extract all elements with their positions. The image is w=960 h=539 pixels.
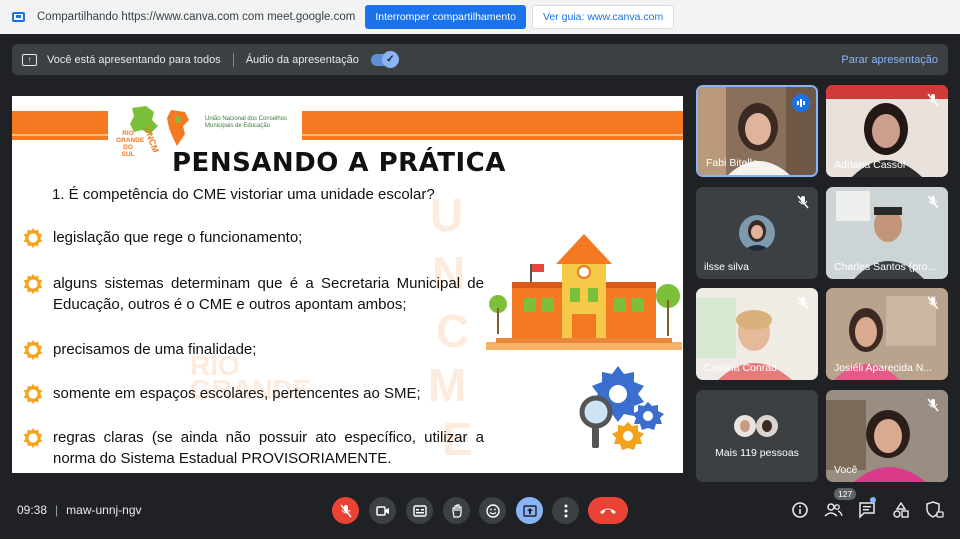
slide-question: 1. É competência do CME vistoriar uma un… xyxy=(52,186,435,203)
participant-tile[interactable]: Cristina Conrad xyxy=(696,288,818,380)
mic-off-icon xyxy=(339,504,352,517)
logo-state-text: RIO GRANDE DO SUL xyxy=(116,130,145,158)
more-participants-label: Mais 119 pessoas xyxy=(715,447,799,459)
participant-count-badge: 127 xyxy=(834,488,857,500)
camera-icon xyxy=(375,505,389,516)
screen-share-icon xyxy=(12,12,25,22)
bullet-item: regras claras (se ainda não possuir ato … xyxy=(22,427,484,469)
avatar xyxy=(739,215,775,251)
sharing-bar: Compartilhando https://www.canva.com com… xyxy=(0,0,960,34)
gear-icon xyxy=(23,383,43,405)
present-button[interactable] xyxy=(516,497,543,524)
logo-acronym: UNCME xyxy=(142,125,163,152)
captions-button[interactable] xyxy=(406,497,433,524)
participant-tile[interactable]: Charles Santos (pro... xyxy=(826,187,948,279)
chat-notification-dot xyxy=(870,497,876,503)
emoji-icon xyxy=(485,503,500,518)
info-icon[interactable] xyxy=(790,500,810,520)
bullet-text: regras claras (se ainda não possuir ato … xyxy=(53,429,484,467)
host-controls-icon[interactable] xyxy=(925,500,945,520)
mic-off-icon xyxy=(797,195,809,209)
shared-slide: U N C M E RIO GRANDE UNCME RIO GRANDE DO… xyxy=(12,96,683,473)
gear-icon xyxy=(23,273,43,295)
gear-icon xyxy=(23,427,43,449)
participant-name: Adriana Cassol xyxy=(834,159,906,171)
header-stripe-left xyxy=(12,111,108,140)
view-tab-button[interactable]: Ver guia: www.canva.com xyxy=(531,5,675,29)
sharing-message: Compartilhando https://www.canva.com com… xyxy=(37,11,356,23)
meeting-details: 09:38 | maw-unnj-ngv xyxy=(17,503,142,517)
activities-icon[interactable] xyxy=(891,500,911,520)
present-screen-icon: ↑ xyxy=(22,53,37,66)
more-options-button[interactable] xyxy=(552,497,579,524)
speaking-indicator-icon xyxy=(792,94,810,112)
leave-call-button[interactable] xyxy=(588,497,628,524)
header-stripe-right xyxy=(302,111,683,140)
bullet-item: somente em espaços escolares, pertencent… xyxy=(22,383,484,405)
meeting-controls-bar: 09:38 | maw-unnj-ngv xyxy=(0,490,960,539)
presenting-text: Você está apresentando para todos xyxy=(47,53,221,66)
stop-presenting-button[interactable]: Parar apresentação xyxy=(841,54,938,66)
divider xyxy=(232,52,234,67)
bullet-text: alguns sistemas determinam que é a Secre… xyxy=(53,275,484,313)
participant-tile[interactable]: Josiéli Aparecida N... xyxy=(826,288,948,380)
bullet-text: somente em espaços escolares, pertencent… xyxy=(53,385,421,402)
mic-off-icon xyxy=(927,296,939,310)
gears-magnifier-icon xyxy=(579,366,664,450)
mic-off-icon xyxy=(797,296,809,310)
bullet-item: legislação que rege o funcionamento; xyxy=(22,227,484,249)
reactions-button[interactable] xyxy=(479,497,506,524)
chat-icon[interactable] xyxy=(857,500,877,520)
bullet-item: alguns sistemas determinam que é a Secre… xyxy=(22,273,484,315)
slide-title: PENSANDO A PRÁTICA xyxy=(172,148,506,178)
presenting-bar: ↑ Você está apresentando para todos Áudi… xyxy=(12,44,948,75)
mic-off-icon xyxy=(927,195,939,209)
participant-name: ilsse silva xyxy=(704,261,749,273)
audio-toggle[interactable]: ✓ xyxy=(370,50,399,68)
raise-hand-icon xyxy=(451,503,462,518)
participant-name: Cristina Conrad xyxy=(704,362,777,374)
participant-tile[interactable]: ilsse silva xyxy=(696,187,818,279)
hangup-icon xyxy=(600,508,616,514)
gear-icon xyxy=(23,227,43,249)
camera-toggle-button[interactable] xyxy=(369,497,396,524)
brazil-map-icon xyxy=(167,110,189,146)
stop-sharing-button[interactable]: Interromper compartilhamento xyxy=(365,5,526,29)
participant-name: Fabi Bitello xyxy=(706,157,758,169)
more-participants-tile[interactable]: Mais 119 pessoas xyxy=(696,390,818,482)
avatar-group-icon xyxy=(734,415,778,437)
self-tile[interactable]: Você xyxy=(826,390,948,482)
meeting-code: maw-unnj-ngv xyxy=(66,503,142,517)
people-icon[interactable] xyxy=(823,500,843,520)
participant-name: Você xyxy=(834,464,858,476)
school-building-icon xyxy=(486,234,682,350)
audio-label: Áudio da apresentação xyxy=(245,53,359,66)
clock-time: 09:38 xyxy=(17,503,48,517)
raise-hand-button[interactable] xyxy=(443,497,470,524)
logo-org-name: União Nacional dos Conselhos Municipais … xyxy=(205,116,288,129)
mic-off-icon xyxy=(927,93,939,107)
participant-tile[interactable]: Fabi Bitello xyxy=(696,85,818,177)
mic-toggle-button[interactable] xyxy=(332,497,359,524)
gear-icon xyxy=(23,339,43,361)
check-icon: ✓ xyxy=(381,50,399,68)
captions-icon xyxy=(412,504,427,517)
bullet-text: precisamos de uma finalidade; xyxy=(53,341,257,358)
more-icon xyxy=(564,504,567,517)
participant-tile[interactable]: Adriana Cassol xyxy=(826,85,948,177)
participant-name: Josiéli Aparecida N... xyxy=(834,362,933,374)
mic-off-icon xyxy=(927,398,939,412)
present-icon xyxy=(522,504,537,517)
bullet-item: precisamos de uma finalidade; xyxy=(22,339,484,361)
participant-name: Charles Santos (pro... xyxy=(834,261,937,273)
bullet-text: legislação que rege o funcionamento; xyxy=(53,229,303,246)
